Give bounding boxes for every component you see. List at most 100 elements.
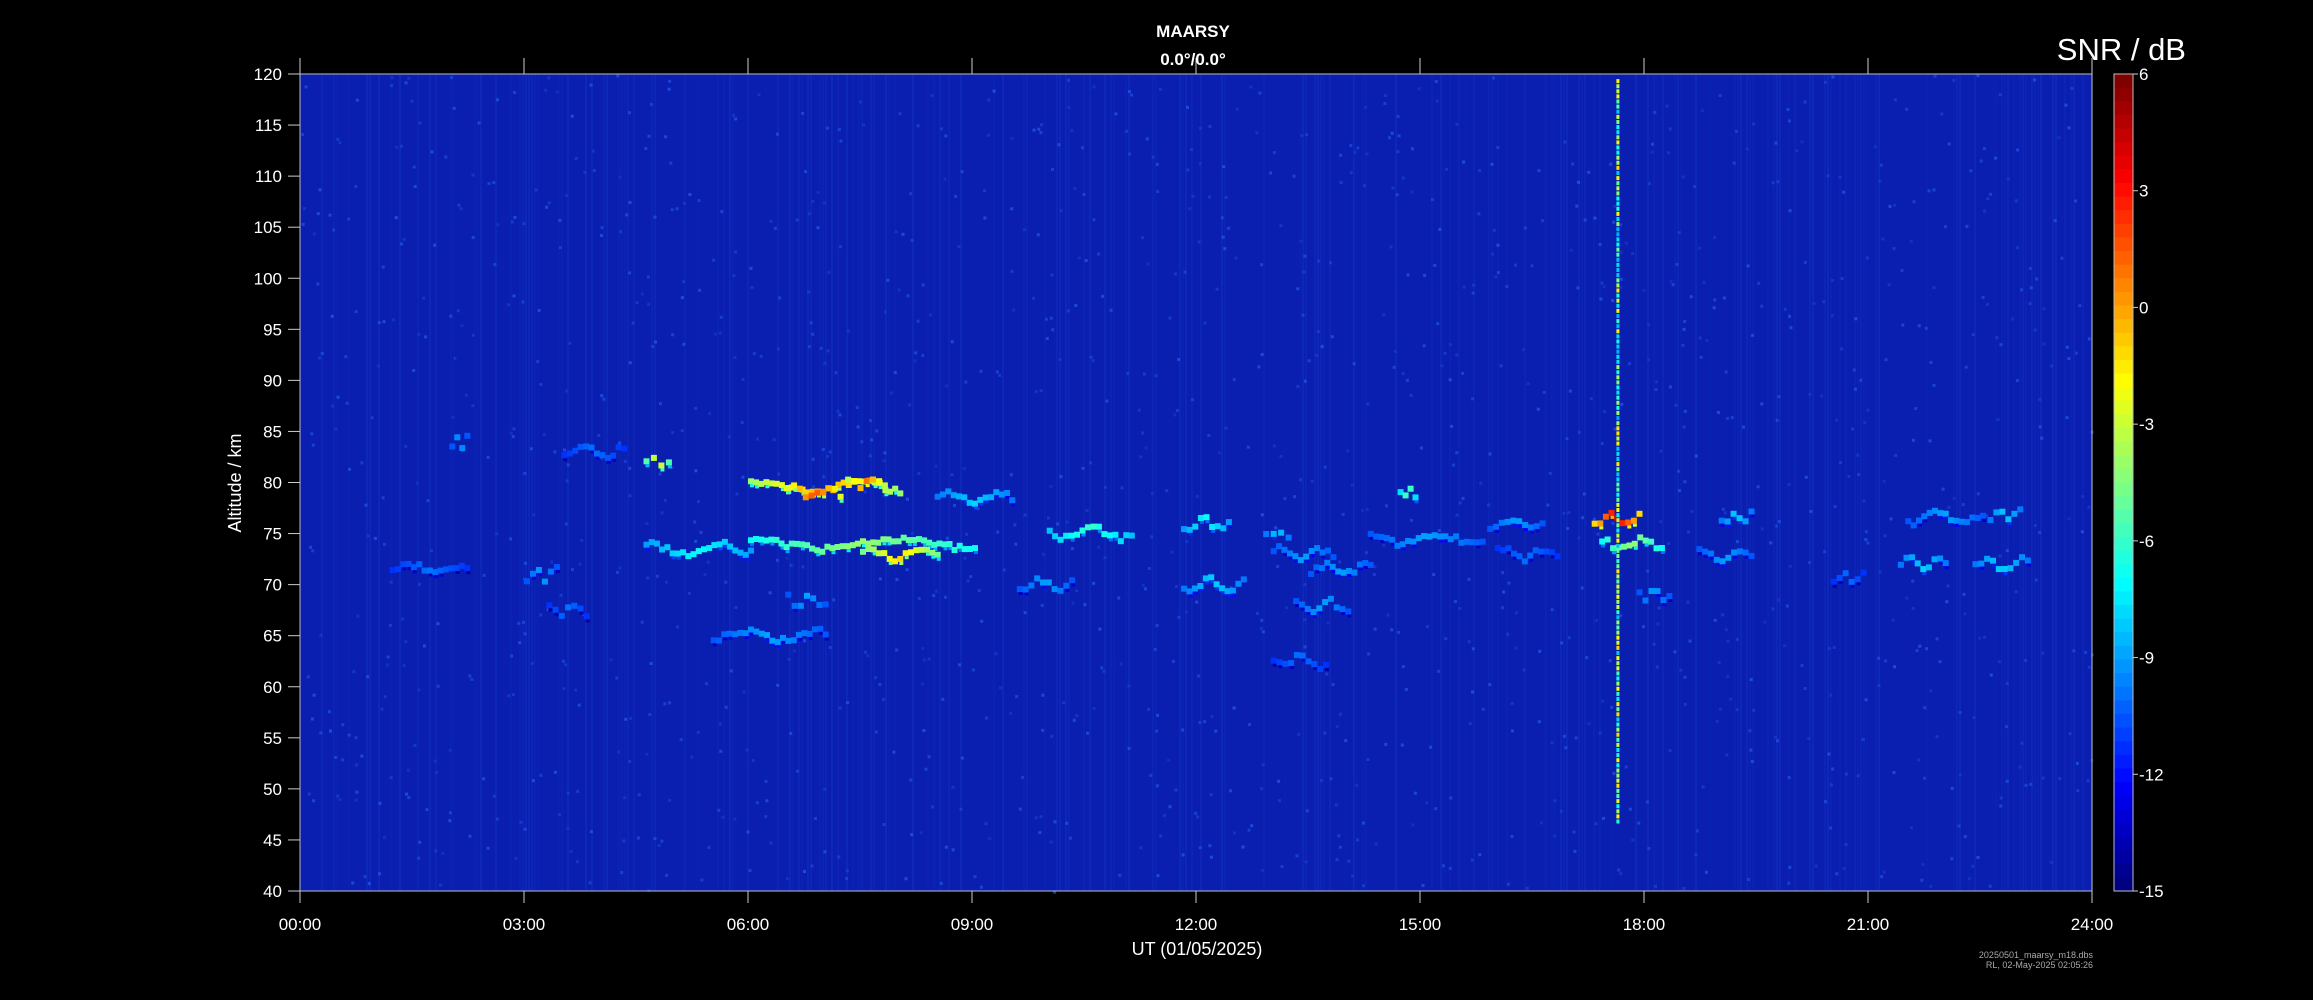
noise-stripe (1854, 74, 1856, 891)
noise-pixel (529, 447, 533, 451)
streak-pixel (1616, 354, 1620, 359)
noise-pixel (1278, 799, 1282, 803)
noise-pixel (1668, 385, 1672, 389)
noise-pixel (1831, 75, 1835, 79)
noise-pixel (864, 650, 867, 654)
noise-pixel (465, 393, 468, 397)
noise-stripe (333, 74, 335, 891)
noise-pixel (1261, 763, 1265, 767)
noise-pixel (1690, 510, 1694, 513)
noise-pixel (471, 333, 475, 337)
chart-title: MAARSY (1156, 22, 1230, 41)
noise-pixel (1932, 286, 1936, 290)
echo-pixel (1442, 533, 1449, 540)
y-tick-label: 65 (263, 627, 282, 646)
echo-pixel (606, 460, 611, 464)
noise-pixel (1788, 564, 1792, 568)
noise-pixel (803, 870, 806, 873)
echo-pixel (1068, 532, 1075, 539)
noise-pixel (839, 139, 843, 143)
echo-pixel (1270, 530, 1277, 537)
noise-pixel (412, 369, 416, 372)
noise-pixel (1338, 845, 1342, 849)
noise-pixel (395, 145, 399, 149)
noise-pixel (1297, 732, 1301, 736)
noise-pixel (895, 648, 899, 652)
echo-pixel (1498, 519, 1505, 526)
noise-pixel (1569, 248, 1573, 252)
noise-stripe (1788, 74, 1790, 891)
echo-pixel (1439, 539, 1444, 543)
noise-pixel (965, 532, 969, 536)
noise-pixel (1950, 857, 1954, 861)
noise-stripe (1968, 74, 1970, 891)
noise-pixel (1932, 188, 1936, 192)
colorbar: 630-3-6-9-12-15 (2113, 65, 2164, 901)
streak-pixel (1616, 79, 1620, 84)
noise-pixel (931, 805, 935, 809)
echo-pixel (1942, 560, 1949, 567)
noise-pixel (1127, 746, 1131, 750)
noise-pixel (644, 147, 648, 150)
noise-pixel (1233, 831, 1236, 835)
noise-pixel (984, 822, 988, 826)
noise-stripe (1776, 74, 1778, 891)
noise-pixel (378, 801, 382, 805)
echo-pixel (753, 479, 760, 486)
noise-pixel (1274, 526, 1278, 530)
noise-stripe (1002, 74, 1004, 891)
noise-pixel (1167, 758, 1171, 762)
echo-pixel (1713, 556, 1720, 563)
echo-pixel (961, 546, 968, 553)
echo-pixel (982, 494, 989, 501)
noise-pixel (1788, 209, 1792, 213)
noise-pixel (1627, 362, 1631, 366)
streak-pixel (1616, 375, 1620, 380)
noise-pixel (1478, 169, 1482, 173)
echo-pixel (400, 561, 407, 568)
noise-pixel (1156, 713, 1160, 717)
noise-pixel (628, 760, 632, 763)
colorbar-segment (2114, 782, 2133, 797)
streak-pixel (1616, 707, 1620, 712)
noise-pixel (1941, 487, 1945, 491)
noise-pixel (1077, 256, 1081, 260)
noise-pixel (457, 203, 461, 207)
noise-stripe (603, 74, 605, 891)
noise-stripe (444, 74, 446, 891)
noise-pixel (1655, 380, 1659, 384)
noise-stripe (1611, 74, 1613, 891)
noise-pixel (618, 441, 622, 445)
noise-pixel (1479, 481, 1483, 485)
streak-pixel (1616, 804, 1620, 809)
noise-pixel (1982, 147, 1986, 151)
echo-pixel (1937, 555, 1944, 562)
echo-pixel (1610, 515, 1615, 519)
noise-pixel (663, 498, 667, 502)
noise-pixel (436, 622, 440, 626)
noise-pixel (874, 730, 878, 734)
noise-pixel (436, 684, 440, 688)
noise-stripe (1056, 74, 1058, 891)
noise-pixel (916, 124, 920, 128)
noise-pixel (1452, 463, 1455, 467)
echo-pixel (737, 549, 744, 556)
noise-pixel (1347, 859, 1351, 863)
noise-pixel (619, 230, 623, 234)
echo-pixel (780, 634, 786, 641)
noise-pixel (312, 232, 316, 236)
colorbar-segment (2114, 169, 2133, 184)
noise-pixel (1671, 283, 1675, 287)
noise-pixel (1716, 411, 1720, 414)
noise-pixel (1749, 748, 1753, 752)
noise-pixel (1137, 408, 1141, 412)
noise-pixel (406, 768, 410, 772)
noise-pixel (1877, 656, 1881, 660)
noise-pixel (1510, 835, 1514, 839)
echo-pixel (1208, 574, 1215, 581)
noise-pixel (1892, 771, 1896, 774)
noise-pixel (1293, 495, 1297, 499)
noise-pixel (1674, 403, 1678, 407)
noise-pixel (1803, 100, 1807, 104)
echo-pixel (1914, 560, 1921, 567)
